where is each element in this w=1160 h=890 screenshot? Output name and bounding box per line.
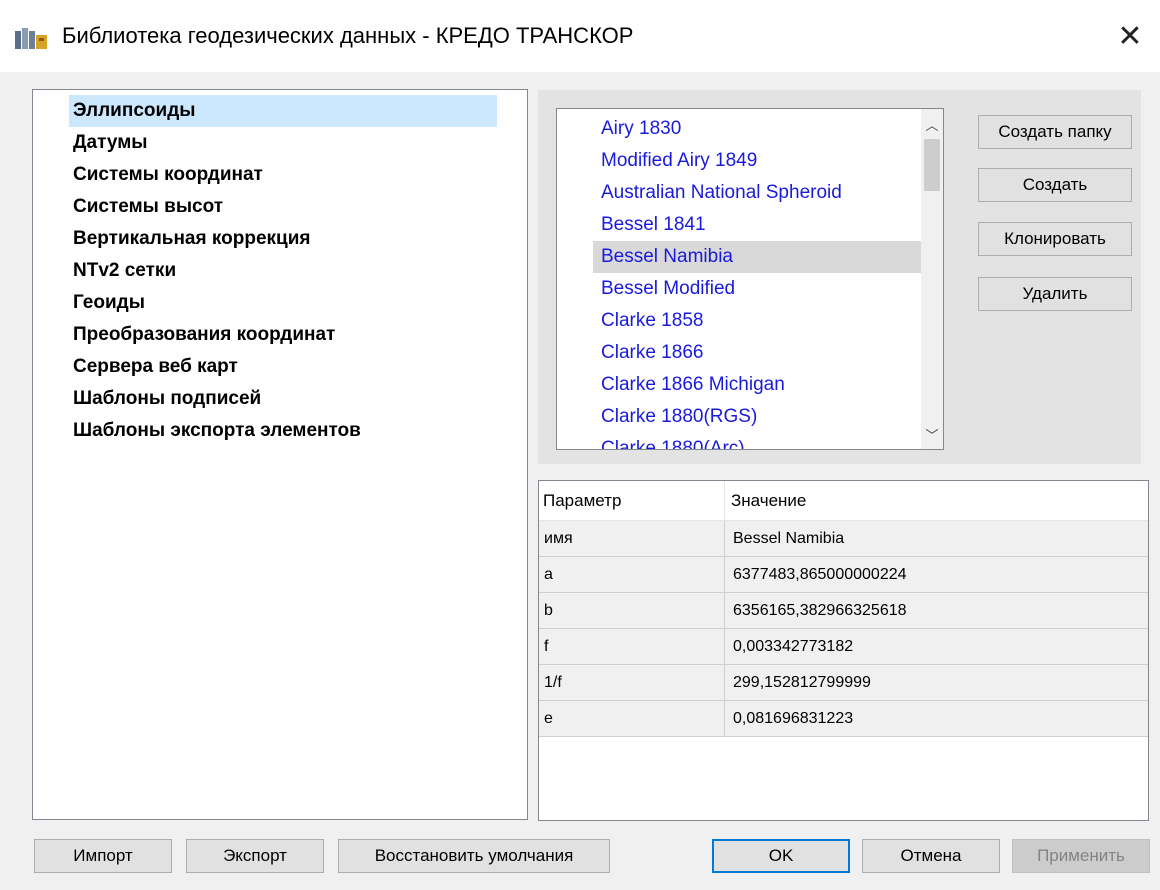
list-scrollbar[interactable]: ︿ ﹀ (921, 109, 943, 449)
tree-item-datums[interactable]: Датумы (69, 127, 151, 159)
table-row[interactable]: a 6377483,865000000224 (539, 557, 1148, 593)
table-row[interactable]: имя Bessel Namibia (539, 521, 1148, 557)
grid-header: Параметр Значение (539, 481, 1148, 521)
ellipsoid-listbox[interactable]: Airy 1830 Modified Airy 1849 Australian … (556, 108, 944, 450)
tree-item-height-systems[interactable]: Системы высот (69, 191, 227, 223)
list-item[interactable]: Clarke 1858 (593, 305, 927, 337)
cancel-button[interactable]: Отмена (862, 839, 1000, 873)
list-item[interactable]: Bessel 1841 (593, 209, 927, 241)
column-header-value[interactable]: Значение (725, 481, 1148, 521)
table-row[interactable]: e 0,081696831223 (539, 701, 1148, 737)
tree-item-coordinate-transforms[interactable]: Преобразования координат (69, 319, 339, 351)
tree-item-vertical-correction[interactable]: Вертикальная коррекция (69, 223, 314, 255)
apply-button: Применить (1012, 839, 1150, 873)
table-row[interactable]: b 6356165,382966325618 (539, 593, 1148, 629)
param-name-cell: f (539, 629, 725, 664)
scroll-down-icon[interactable]: ﹀ (921, 423, 943, 445)
library-app-icon (15, 28, 47, 49)
param-value-cell[interactable]: Bessel Namibia (725, 521, 1148, 556)
ellipsoid-list-panel: Airy 1830 Modified Airy 1849 Australian … (538, 90, 1141, 464)
param-value-cell[interactable]: 6377483,865000000224 (725, 557, 1148, 592)
create-button[interactable]: Создать (978, 168, 1132, 202)
tree-item-geoids[interactable]: Геоиды (69, 287, 149, 319)
param-name-cell: a (539, 557, 725, 592)
table-row[interactable]: 1/f 299,152812799999 (539, 665, 1148, 701)
list-item[interactable]: Bessel Modified (593, 273, 927, 305)
list-item-selected[interactable]: Bessel Namibia (593, 241, 927, 273)
tree-item-export-templates[interactable]: Шаблоны экспорта элементов (69, 415, 365, 447)
parameters-grid[interactable]: Параметр Значение имя Bessel Namibia a 6… (538, 480, 1149, 821)
column-header-parameter[interactable]: Параметр (539, 481, 725, 521)
param-name-cell: e (539, 701, 725, 736)
param-value-cell[interactable]: 6356165,382966325618 (725, 593, 1148, 628)
scroll-up-icon[interactable]: ︿ (921, 113, 943, 135)
list-item[interactable]: Australian National Spheroid (593, 177, 927, 209)
tree-item-coordinate-systems[interactable]: Системы координат (69, 159, 267, 191)
list-item[interactable]: Modified Airy 1849 (593, 145, 927, 177)
list-item[interactable]: Airy 1830 (593, 113, 927, 145)
export-button[interactable]: Экспорт (186, 839, 324, 873)
table-row[interactable]: f 0,003342773182 (539, 629, 1148, 665)
title-bar: Библиотека геодезических данных - КРЕДО … (0, 0, 1160, 72)
restore-defaults-button[interactable]: Восстановить умолчания (338, 839, 610, 873)
tree-item-ellipsoids[interactable]: Эллипсоиды (69, 95, 497, 127)
close-icon[interactable]: ✕ (1100, 0, 1160, 72)
param-name-cell: имя (539, 521, 725, 556)
create-folder-button[interactable]: Создать папку (978, 115, 1132, 149)
param-name-cell: 1/f (539, 665, 725, 700)
param-value-cell[interactable]: 0,081696831223 (725, 701, 1148, 736)
param-name-cell: b (539, 593, 725, 628)
tree-item-web-map-servers[interactable]: Сервера веб карт (69, 351, 242, 383)
tree-item-label-templates[interactable]: Шаблоны подписей (69, 383, 265, 415)
import-button[interactable]: Импорт (34, 839, 172, 873)
ok-button[interactable]: OK (712, 839, 850, 873)
list-item[interactable]: Clarke 1880(Arc) (593, 433, 927, 449)
window-title: Библиотека геодезических данных - КРЕДО … (62, 23, 634, 48)
delete-button[interactable]: Удалить (978, 277, 1132, 311)
param-value-cell[interactable]: 0,003342773182 (725, 629, 1148, 664)
list-item[interactable]: Clarke 1880(RGS) (593, 401, 927, 433)
scroll-thumb[interactable] (924, 139, 940, 191)
tree-item-ntv2-grids[interactable]: NTv2 сетки (69, 255, 180, 287)
clone-button[interactable]: Клонировать (978, 222, 1132, 256)
list-item[interactable]: Clarke 1866 Michigan (593, 369, 927, 401)
param-value-cell[interactable]: 299,152812799999 (725, 665, 1148, 700)
category-tree[interactable]: Эллипсоиды Датумы Системы координат Сист… (32, 89, 528, 820)
list-item[interactable]: Clarke 1866 (593, 337, 927, 369)
